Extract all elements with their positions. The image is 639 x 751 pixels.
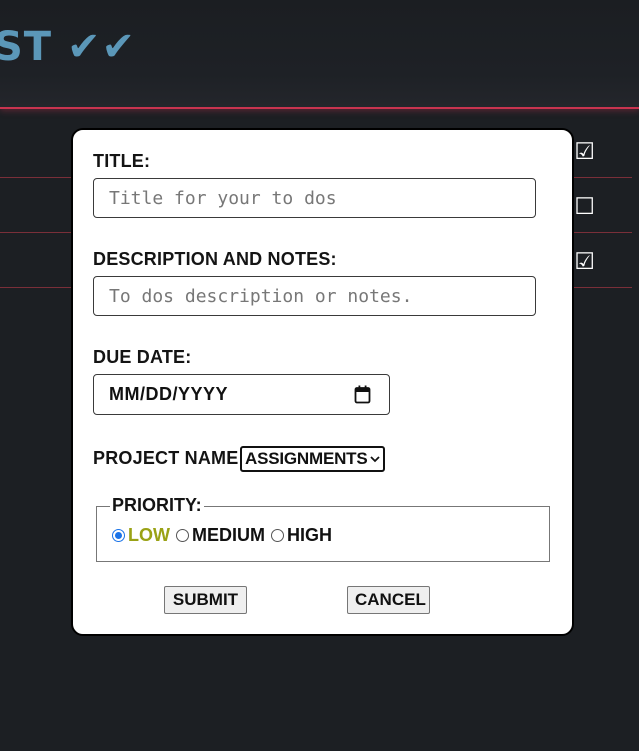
priority-legend: PRIORITY:	[110, 495, 204, 516]
calendar-icon[interactable]	[354, 385, 371, 404]
priority-medium-radio[interactable]	[176, 529, 189, 542]
description-input[interactable]	[93, 276, 536, 316]
cancel-button[interactable]: CANCEL	[347, 586, 430, 614]
title-input[interactable]	[93, 178, 536, 218]
title-label: TITLE:	[93, 151, 151, 171]
priority-options: LOW MEDIUM HIGH	[112, 525, 338, 546]
submit-button[interactable]: SUBMIT	[164, 586, 247, 614]
priority-medium-label[interactable]: MEDIUM	[192, 525, 265, 546]
description-label: DESCRIPTION AND NOTES:	[93, 249, 337, 269]
priority-fieldset: PRIORITY: LOW MEDIUM HIGH	[96, 495, 550, 562]
todo-checkbox[interactable]: ☑	[574, 140, 595, 164]
todo-checkbox[interactable]: ☑	[574, 250, 595, 274]
app-header: ST ✔✔	[0, 0, 639, 109]
project-select[interactable]: ASSIGNMENTS	[240, 446, 385, 472]
priority-low-radio[interactable]	[112, 529, 125, 542]
priority-low-label[interactable]: LOW	[128, 525, 170, 546]
chevron-down-icon	[370, 456, 380, 463]
new-todo-modal: TITLE: DESCRIPTION AND NOTES: DUE DATE: …	[71, 128, 574, 636]
due-date-input[interactable]: MM/DD/YYYY	[93, 374, 390, 415]
due-date-value: MM/DD/YYYY	[109, 384, 229, 404]
priority-high-radio[interactable]	[271, 529, 284, 542]
priority-high-label[interactable]: HIGH	[287, 525, 332, 546]
due-date-label: DUE DATE:	[93, 347, 192, 367]
project-select-value: ASSIGNMENTS	[245, 449, 368, 468]
todo-checkbox[interactable]: ☐	[574, 195, 595, 219]
app-title: ST ✔✔	[0, 24, 137, 70]
project-name-label: PROJECT NAME:	[93, 448, 245, 468]
